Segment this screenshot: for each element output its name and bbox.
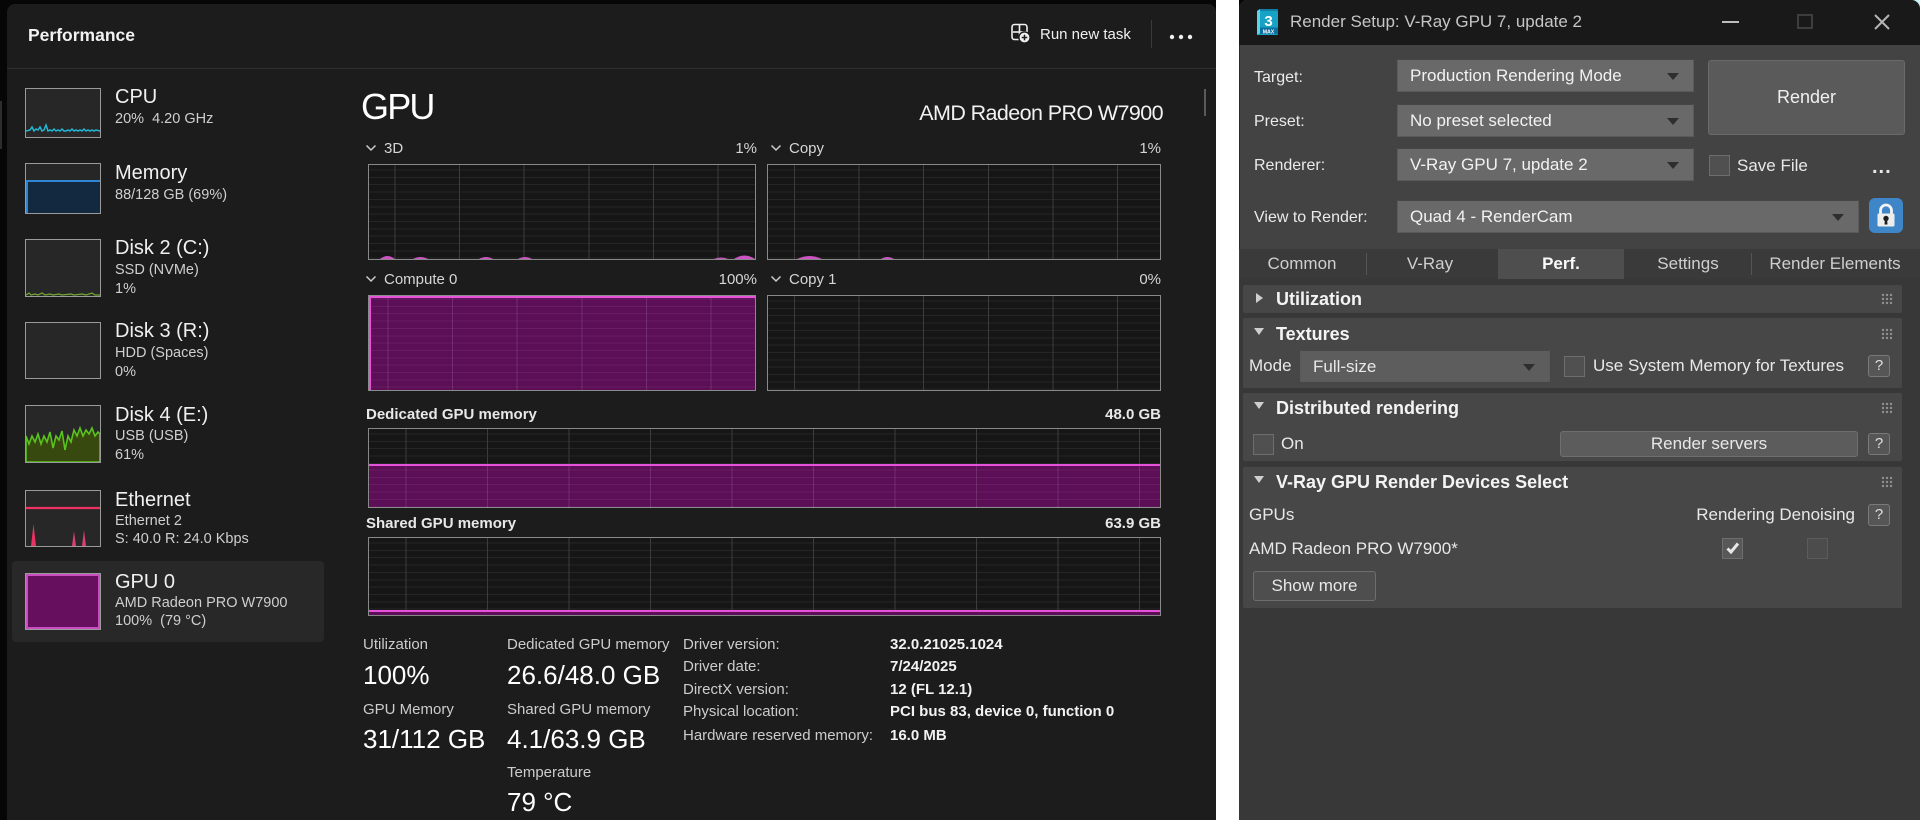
svg-text:MAX: MAX bbox=[1263, 29, 1275, 35]
svg-text:3: 3 bbox=[1264, 13, 1272, 30]
